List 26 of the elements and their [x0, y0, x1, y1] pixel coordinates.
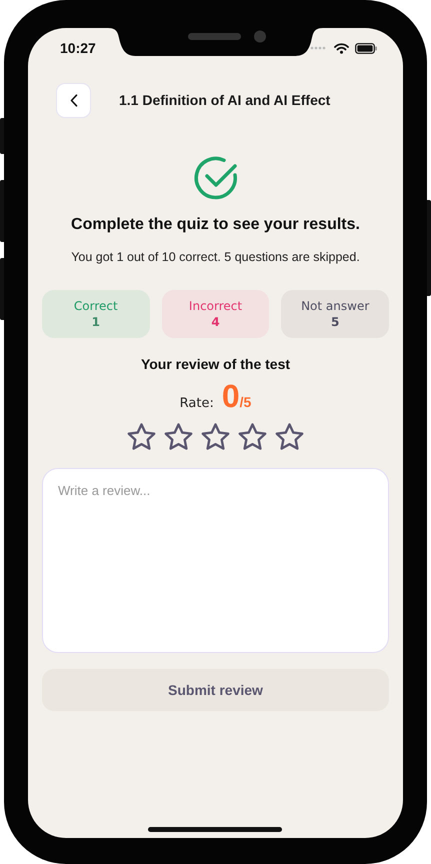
back-icon	[70, 94, 78, 106]
rate-label: Rate:	[180, 396, 214, 411]
stat-label: Not answer	[301, 299, 370, 313]
result-summary: You got 1 out of 10 correct. 5 questions are skipped.	[71, 250, 360, 264]
stat-value: 5	[331, 315, 340, 329]
back-button[interactable]	[56, 82, 91, 118]
battery-icon	[355, 42, 377, 54]
result-heading: Complete the quiz to see your results.	[71, 216, 360, 234]
stat-label: Incorrect	[188, 299, 242, 313]
wifi-icon	[334, 42, 349, 54]
star-icon[interactable]	[163, 422, 194, 452]
rating-max: /5	[240, 394, 252, 410]
star-icon[interactable]	[200, 422, 231, 452]
status-time: 10:27	[60, 40, 96, 56]
stat-value: 4	[211, 315, 220, 329]
rating-score: 0	[222, 378, 240, 415]
star-icon[interactable]	[126, 422, 157, 452]
review-title: Your review of the test	[140, 356, 292, 372]
page-title: 1.1 Definition of AI and AI Effect	[119, 92, 330, 108]
stat-label: Correct	[74, 299, 118, 313]
star-icon[interactable]	[237, 422, 268, 452]
star-icon[interactable]	[274, 422, 305, 452]
checkmark-circle-icon	[192, 154, 240, 202]
stat-value: 1	[92, 315, 100, 329]
signal-icon	[310, 46, 328, 50]
review-field[interactable]: Write a review...	[42, 468, 389, 653]
